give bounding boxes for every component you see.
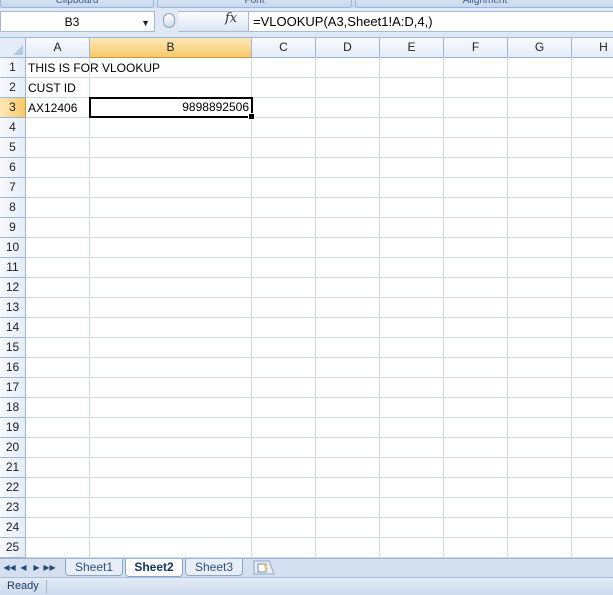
column-header-d[interactable]: D bbox=[316, 38, 380, 58]
select-all-button[interactable] bbox=[0, 38, 26, 58]
row-header-4[interactable]: 4 bbox=[0, 118, 26, 138]
row-header-2[interactable]: 2 bbox=[0, 78, 26, 98]
row-header-18[interactable]: 18 bbox=[0, 398, 26, 418]
gridline bbox=[571, 58, 572, 558]
status-text: Ready bbox=[7, 580, 39, 592]
select-all-icon bbox=[13, 45, 23, 55]
gridline bbox=[89, 58, 90, 558]
formula-bar: B3 ▼ fx =VLOOKUP(A3,Sheet1!A:D,4,) bbox=[0, 8, 613, 38]
row-header-14[interactable]: 14 bbox=[0, 318, 26, 338]
sheet-tab-sheet1[interactable]: Sheet1 bbox=[65, 559, 123, 576]
cell-area[interactable]: THIS IS FOR VLOOKUP CUST ID AX12406 9898… bbox=[26, 58, 613, 558]
sheet-tab-bar: ◀◀ ◀ ▶ ▶▶ Sheet1 Sheet2 Sheet3 bbox=[0, 558, 613, 577]
row-header-3[interactable]: 3 bbox=[0, 98, 26, 118]
row-header-6[interactable]: 6 bbox=[0, 158, 26, 178]
cell-a1[interactable]: THIS IS FOR VLOOKUP bbox=[26, 58, 266, 78]
row-header-9[interactable]: 9 bbox=[0, 218, 26, 238]
row-header-17[interactable]: 17 bbox=[0, 378, 26, 398]
fill-handle[interactable] bbox=[248, 113, 255, 120]
gridline bbox=[379, 58, 380, 558]
cell-a2[interactable]: CUST ID bbox=[26, 78, 90, 98]
gridline bbox=[315, 58, 316, 558]
row-header-12[interactable]: 12 bbox=[0, 278, 26, 298]
gridline bbox=[507, 58, 508, 558]
prev-sheet-icon[interactable]: ◀ bbox=[17, 562, 30, 574]
last-sheet-icon[interactable]: ▶▶ bbox=[43, 562, 56, 574]
ribbon-group-clipboard[interactable]: Clipboard bbox=[0, 0, 154, 8]
row-header-20[interactable]: 20 bbox=[0, 438, 26, 458]
row-header-21[interactable]: 21 bbox=[0, 458, 26, 478]
row-header-16[interactable]: 16 bbox=[0, 358, 26, 378]
gridline bbox=[251, 58, 252, 558]
cell-b3[interactable]: 9898892506 bbox=[89, 97, 253, 118]
gridline bbox=[443, 58, 444, 558]
splitter-handle-icon bbox=[163, 13, 175, 28]
ribbon-group-labels: Clipboard Font Alignment bbox=[0, 0, 613, 8]
row-header-23[interactable]: 23 bbox=[0, 498, 26, 518]
row-header-22[interactable]: 22 bbox=[0, 478, 26, 498]
row-header-24[interactable]: 24 bbox=[0, 518, 26, 538]
formula-input[interactable]: =VLOOKUP(A3,Sheet1!A:D,4,) bbox=[248, 11, 613, 32]
row-header-5[interactable]: 5 bbox=[0, 138, 26, 158]
column-header-a[interactable]: A bbox=[26, 38, 90, 58]
row-header-7[interactable]: 7 bbox=[0, 178, 26, 198]
column-header-f[interactable]: F bbox=[444, 38, 508, 58]
ribbon-group-alignment[interactable]: Alignment bbox=[355, 0, 613, 8]
name-box-value: B3 bbox=[64, 15, 80, 29]
column-header-e[interactable]: E bbox=[380, 38, 444, 58]
row-header-8[interactable]: 8 bbox=[0, 198, 26, 218]
row-header-1[interactable]: 1 bbox=[0, 58, 26, 78]
insert-sheet-icon[interactable] bbox=[253, 560, 275, 575]
next-sheet-icon[interactable]: ▶ bbox=[30, 562, 43, 574]
name-box[interactable]: B3 ▼ bbox=[0, 11, 155, 32]
status-divider bbox=[46, 580, 47, 593]
sheet-tab-sheet3[interactable]: Sheet3 bbox=[185, 559, 243, 576]
column-header-c[interactable]: C bbox=[252, 38, 316, 58]
status-bar: Ready bbox=[0, 577, 613, 595]
ribbon-group-font[interactable]: Font bbox=[157, 0, 352, 8]
first-sheet-icon[interactable]: ◀◀ bbox=[3, 562, 16, 574]
sheet-tab-sheet2[interactable]: Sheet2 bbox=[125, 559, 183, 577]
row-header-25[interactable]: 25 bbox=[0, 538, 26, 558]
column-header-g[interactable]: G bbox=[508, 38, 572, 58]
column-header-b[interactable]: B bbox=[90, 38, 252, 58]
row-header-19[interactable]: 19 bbox=[0, 418, 26, 438]
chevron-down-icon[interactable]: ▼ bbox=[141, 18, 150, 28]
column-header-h[interactable]: H bbox=[572, 38, 613, 58]
insert-function-icon[interactable]: fx bbox=[225, 11, 237, 26]
cell-a3[interactable]: AX12406 bbox=[26, 98, 90, 118]
row-header-10[interactable]: 10 bbox=[0, 238, 26, 258]
formula-bar-buttons bbox=[178, 11, 248, 32]
row-header-11[interactable]: 11 bbox=[0, 258, 26, 278]
row-header-13[interactable]: 13 bbox=[0, 298, 26, 318]
row-header-15[interactable]: 15 bbox=[0, 338, 26, 358]
worksheet-grid: A B C D E F G H 1 2 3 4 5 6 7 8 9 10 11 12 13 14 15 16 1… bbox=[0, 38, 613, 558]
formula-bar-splitter[interactable] bbox=[160, 11, 178, 32]
